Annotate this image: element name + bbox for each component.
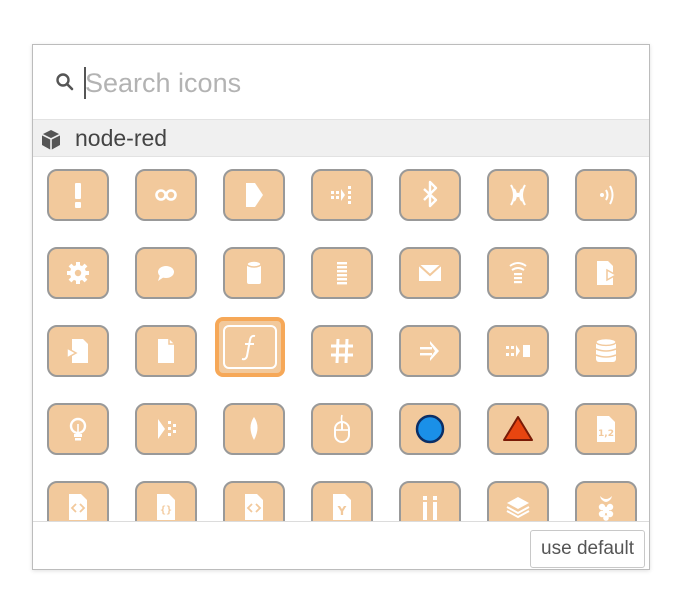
icon-picker: node-red (32, 44, 650, 570)
tile-hash[interactable] (311, 325, 373, 377)
comment-icon (158, 266, 174, 281)
group-label: node-red (75, 125, 168, 151)
tile-wifi[interactable] (487, 247, 549, 299)
tile-inject[interactable] (399, 325, 461, 377)
split-icon (158, 419, 176, 439)
tile-layer[interactable] (487, 481, 549, 521)
alert-icon (75, 183, 81, 208)
tile-batch[interactable] (311, 169, 373, 221)
broadcast-icon (600, 185, 614, 205)
search-input[interactable] (83, 63, 625, 103)
debug-icon (337, 262, 347, 285)
tile-function-selected[interactable] (215, 317, 285, 377)
tile-feed[interactable] (487, 169, 549, 221)
search-row (33, 45, 649, 119)
function-icon (241, 334, 256, 361)
tile-file-in[interactable] (47, 325, 109, 377)
picker-footer: use default (33, 521, 649, 569)
tile-mouse[interactable] (311, 403, 373, 455)
tile-alert[interactable] (47, 169, 109, 221)
group-header: node-red (33, 119, 649, 157)
tile-html[interactable] (47, 481, 109, 521)
tile-cog[interactable] (47, 247, 109, 299)
tile-leaf[interactable] (223, 403, 285, 455)
tile-debug[interactable] (311, 247, 373, 299)
tile-arrow-right[interactable] (223, 169, 285, 221)
tile-join[interactable] (487, 325, 549, 377)
tile-envelope[interactable] (399, 247, 461, 299)
svg-text:Y: Y (337, 504, 347, 518)
bluetooth-icon (423, 180, 438, 208)
file-icon (158, 339, 174, 363)
red-triangle-icon (503, 416, 533, 441)
svg-text:{}: {} (160, 505, 172, 516)
tile-link[interactable] (135, 169, 197, 221)
join-icon (506, 345, 530, 357)
text-caret (84, 67, 86, 99)
feed-icon (510, 184, 526, 206)
tile-blue-circle[interactable] (399, 403, 461, 455)
file-out-icon (597, 261, 618, 285)
cube-icon (41, 130, 61, 150)
light-icon (69, 417, 87, 441)
tile-info[interactable] (399, 481, 461, 521)
tile-file[interactable] (135, 325, 197, 377)
inject-icon (420, 341, 439, 361)
tile-light[interactable] (47, 403, 109, 455)
icon-grid: 1,2 {} Y (33, 157, 649, 521)
tile-rpi[interactable] (575, 481, 637, 521)
batch-icon (331, 186, 351, 204)
html-icon (69, 494, 87, 520)
file-in-icon (66, 339, 88, 363)
blue-circle-icon (415, 414, 445, 444)
layer-icon (506, 497, 530, 519)
tile-split[interactable] (135, 403, 197, 455)
csv-icon: 1,2 (597, 416, 615, 442)
xml-icon (245, 494, 263, 520)
svg-text:1,2: 1,2 (598, 429, 614, 439)
use-default-button[interactable]: use default (530, 530, 645, 568)
selected-frame (223, 325, 277, 369)
tile-xml[interactable] (223, 481, 285, 521)
leaf-icon (250, 417, 258, 440)
tile-comment[interactable] (135, 247, 197, 299)
mouse-icon (334, 414, 350, 443)
database-icon (595, 337, 617, 362)
db-icon (246, 260, 262, 284)
tile-yaml[interactable]: Y (311, 481, 373, 521)
cog-icon (67, 262, 89, 284)
link-icon (155, 189, 177, 201)
yaml-icon: Y (333, 494, 351, 520)
tile-json[interactable]: {} (135, 481, 197, 521)
tile-csv[interactable]: 1,2 (575, 403, 637, 455)
json-icon: {} (157, 494, 175, 520)
tile-bluetooth[interactable] (399, 169, 461, 221)
tile-file-out[interactable] (575, 247, 637, 299)
hash-icon (331, 338, 353, 364)
tile-database[interactable] (575, 325, 637, 377)
rpi-icon (598, 496, 614, 521)
wifi-icon (509, 262, 527, 284)
search-icon (56, 73, 74, 91)
envelope-icon (418, 264, 442, 281)
tile-red-triangle[interactable] (487, 403, 549, 455)
info-icon (423, 496, 437, 520)
tile-broadcast[interactable] (575, 169, 637, 221)
tile-db[interactable] (223, 247, 285, 299)
arrow-right-icon (246, 183, 263, 207)
